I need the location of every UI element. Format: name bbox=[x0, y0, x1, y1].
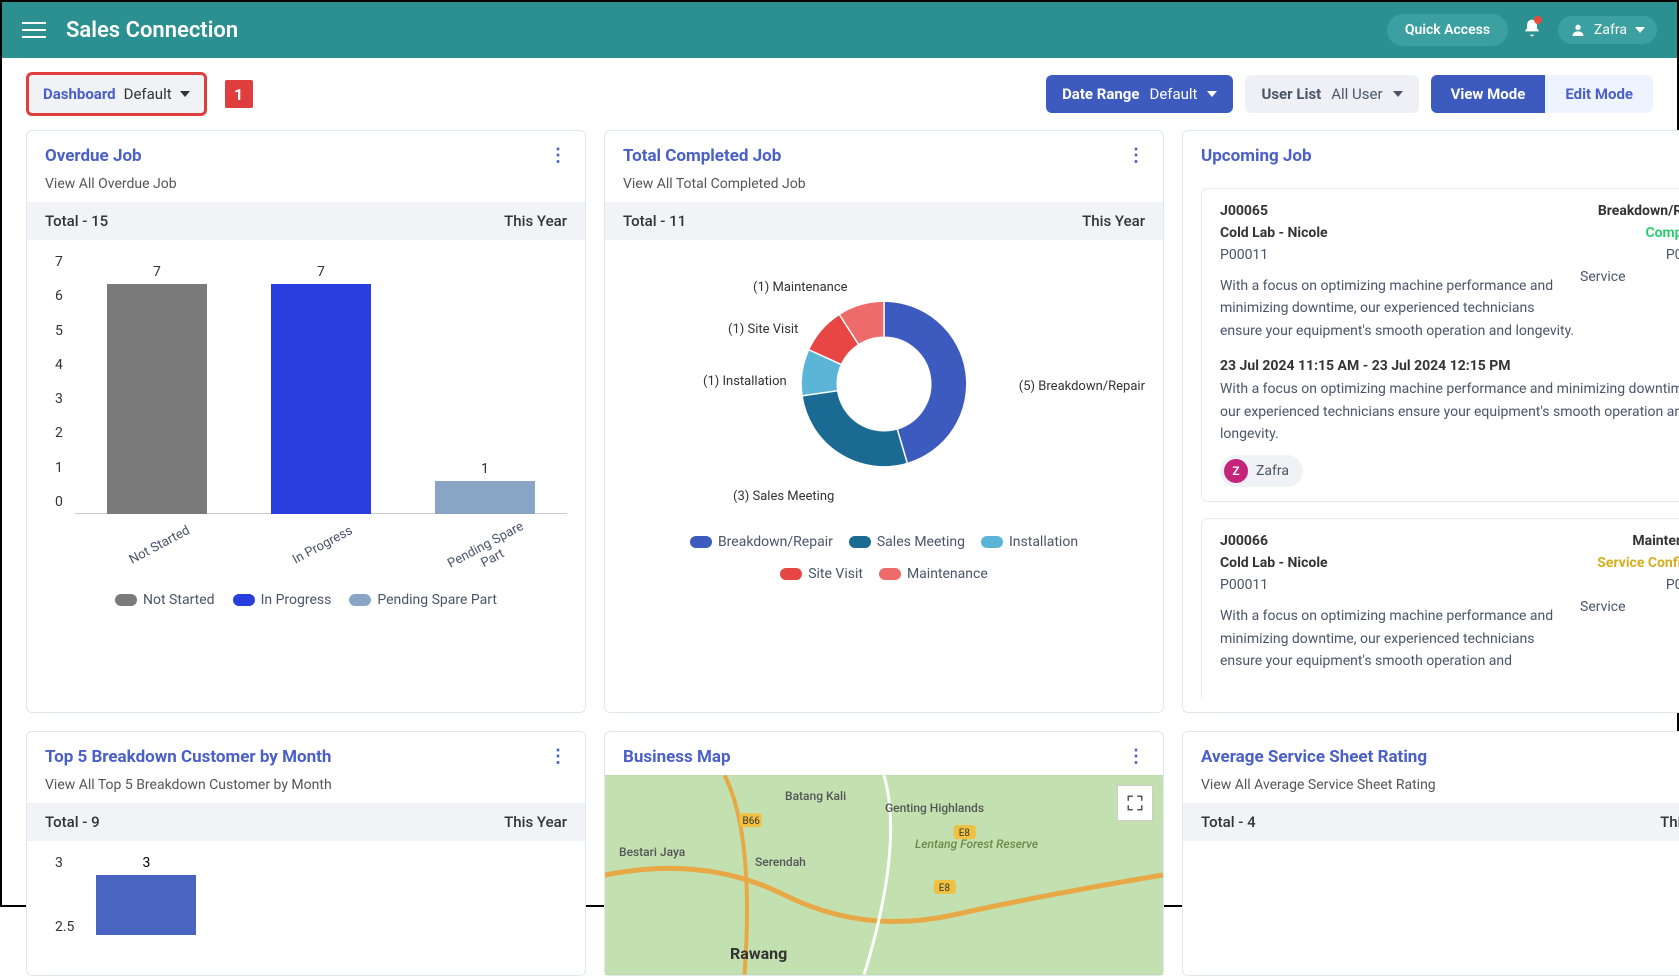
card-rating: Average Service Sheet Rating ⋮ View All … bbox=[1182, 731, 1679, 976]
dashboard-grid-row2: Top 5 Breakdown Customer by Month ⋮ View… bbox=[2, 731, 1677, 976]
card-total: Total - 11 bbox=[623, 212, 1082, 230]
bell-icon[interactable] bbox=[1522, 18, 1542, 42]
callout-badge: 1 bbox=[225, 80, 253, 108]
user-menu[interactable]: Zafra bbox=[1558, 16, 1657, 44]
chevron-down-icon bbox=[180, 91, 190, 97]
app-title: Sales Connection bbox=[66, 18, 1387, 43]
edit-mode-button[interactable]: Edit Mode bbox=[1545, 75, 1653, 113]
upcoming-jobs-list[interactable]: J00065Breakdown/RepairCold Lab - NicoleC… bbox=[1201, 188, 1679, 698]
quick-access-button[interactable]: Quick Access bbox=[1387, 14, 1508, 46]
card-period: This Year bbox=[504, 212, 567, 230]
dashboard-value: Default bbox=[124, 85, 172, 103]
job-card[interactable]: J00066MaintenanceCold Lab - NicoleServic… bbox=[1201, 518, 1679, 698]
svg-text:E8: E8 bbox=[939, 883, 951, 894]
card-subtitle[interactable]: View All Total Completed Job bbox=[605, 174, 1163, 202]
card-period: This Year bbox=[504, 813, 567, 831]
dashboard-grid: Overdue Job ⋮ View All Overdue Job Total… bbox=[2, 130, 1677, 713]
completed-chart: (5) Breakdown/Repair (3) Sales Meeting (… bbox=[605, 240, 1163, 712]
dashboard-label: Dashboard bbox=[43, 85, 116, 103]
breakdown-chart: 32.5 3 bbox=[27, 841, 585, 975]
controls-row: Dashboard Default 1 Date Range Default U… bbox=[2, 58, 1677, 130]
card-title: Upcoming Job bbox=[1201, 146, 1679, 166]
view-mode-button[interactable]: View Mode bbox=[1431, 75, 1546, 113]
card-title: Top 5 Breakdown Customer by Month bbox=[45, 747, 549, 767]
card-completed-job: Total Completed Job ⋮ View All Total Com… bbox=[604, 130, 1164, 713]
dashboard-selector[interactable]: Dashboard Default bbox=[26, 72, 207, 116]
business-map[interactable]: E8 B66 E8 Rawang Batang Kali Serendah Be… bbox=[605, 775, 1163, 975]
card-total: Total - 15 bbox=[45, 212, 504, 230]
card-business-map: Business Map ⋮ E8 B66 E8 Rawang Batang K… bbox=[604, 731, 1164, 976]
date-range-selector[interactable]: Date Range Default bbox=[1046, 75, 1233, 113]
card-total: Total - 9 bbox=[45, 813, 504, 831]
card-title: Overdue Job bbox=[45, 146, 549, 166]
card-menu-icon[interactable]: ⋮ bbox=[549, 746, 567, 767]
card-title: Total Completed Job bbox=[623, 146, 1127, 166]
card-total: Total - 4 bbox=[1201, 813, 1660, 831]
chevron-down-icon bbox=[1393, 91, 1403, 97]
card-title: Average Service Sheet Rating bbox=[1201, 747, 1679, 767]
mode-toggle: View Mode Edit Mode bbox=[1431, 75, 1653, 113]
card-upcoming-job: Upcoming Job ⋮ J00065Breakdown/RepairCol… bbox=[1182, 130, 1679, 713]
overdue-chart: 76543210 771 Not StartedIn ProgressPendi… bbox=[27, 240, 585, 712]
fullscreen-icon[interactable] bbox=[1117, 785, 1153, 821]
top-bar: Sales Connection Quick Access Zafra bbox=[2, 2, 1677, 58]
svg-text:B66: B66 bbox=[743, 816, 761, 827]
card-subtitle[interactable]: View All Average Service Sheet Rating bbox=[1183, 775, 1679, 803]
card-menu-icon[interactable]: ⋮ bbox=[1127, 746, 1145, 767]
card-period: This Year bbox=[1082, 212, 1145, 230]
card-overdue-job: Overdue Job ⋮ View All Overdue Job Total… bbox=[26, 130, 586, 713]
chevron-down-icon bbox=[1207, 91, 1217, 97]
card-title: Business Map bbox=[623, 747, 1127, 767]
card-menu-icon[interactable]: ⋮ bbox=[1127, 145, 1145, 166]
user-list-selector[interactable]: User List All User bbox=[1245, 75, 1418, 113]
card-breakdown-customer: Top 5 Breakdown Customer by Month ⋮ View… bbox=[26, 731, 586, 976]
user-name: Zafra bbox=[1594, 22, 1627, 38]
card-subtitle[interactable]: View All Top 5 Breakdown Customer by Mon… bbox=[27, 775, 585, 803]
hamburger-icon[interactable] bbox=[22, 17, 46, 43]
job-card[interactable]: J00065Breakdown/RepairCold Lab - NicoleC… bbox=[1201, 188, 1679, 502]
card-period: This Year bbox=[1660, 813, 1679, 831]
card-menu-icon[interactable]: ⋮ bbox=[549, 145, 567, 166]
chevron-down-icon bbox=[1635, 27, 1645, 33]
card-subtitle[interactable]: View All Overdue Job bbox=[27, 174, 585, 202]
